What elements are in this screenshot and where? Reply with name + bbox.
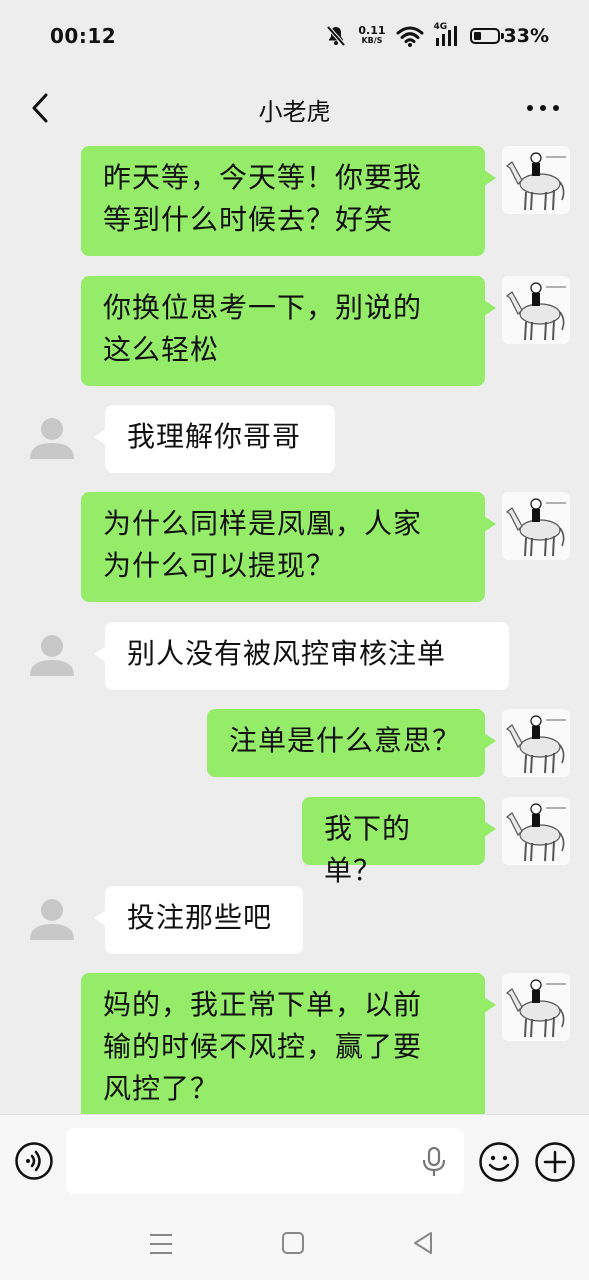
net-speed-value: 0.11 (358, 24, 386, 37)
horse-rider-avatar-icon (505, 715, 566, 774)
status-icons: 0.11 KB/S 4G 33% (324, 22, 549, 50)
horse-rider-avatar-icon (505, 152, 566, 211)
message-row: 投注那些吧 (0, 886, 589, 954)
status-bar: 00:12 0.11 KB/S 4G 33% (0, 0, 589, 76)
message-row: 妈的，我正常下单，以前 输的时候不风控，赢了要 风控了？ (0, 973, 589, 1114)
sent-message-bubble[interactable]: 你换位思考一下，别说的 这么轻松 (81, 276, 496, 386)
sent-message-bubble[interactable]: 昨天等，今天等！你要我 等到什么时候去？好笑 (81, 146, 496, 256)
contact-avatar[interactable] (28, 894, 76, 942)
battery-group: 33% (469, 25, 549, 47)
self-avatar[interactable] (502, 276, 570, 344)
message-list[interactable]: 昨天等，今天等！你要我 等到什么时候去？好笑 你换位思考一下，别说的 这么轻松 … (0, 146, 589, 1114)
sent-message-bubble[interactable]: 我下的单？ (302, 797, 496, 887)
horse-rider-avatar-icon (505, 498, 566, 557)
chat-title: 小老虎 (258, 98, 331, 126)
sent-message-bubble[interactable]: 注单是什么意思？ (207, 709, 496, 777)
horse-rider-avatar-icon (505, 803, 566, 862)
self-avatar[interactable] (502, 709, 570, 777)
self-avatar[interactable] (502, 973, 570, 1041)
message-row: 注单是什么意思？ (0, 709, 589, 777)
system-nav-bar (0, 1206, 589, 1280)
contact-avatar[interactable] (28, 413, 76, 461)
more-button[interactable] (523, 90, 563, 126)
person-placeholder-icon (30, 418, 74, 459)
self-avatar[interactable] (502, 492, 570, 560)
message-input[interactable] (66, 1128, 464, 1194)
battery-fill (473, 32, 481, 40)
sent-message-bubble[interactable]: 为什么同样是凤凰，人家 为什么可以提现？ (81, 492, 496, 602)
contact-avatar[interactable] (28, 630, 76, 678)
message-row: 为什么同样是凤凰，人家 为什么可以提现？ (0, 492, 589, 602)
received-message-bubble[interactable]: 投注那些吧 (94, 886, 303, 954)
person-placeholder-icon (30, 635, 74, 676)
horse-rider-avatar-icon (505, 282, 566, 341)
voice-icon[interactable] (14, 1141, 54, 1181)
horse-rider-avatar-icon (505, 979, 566, 1038)
plus-icon[interactable] (534, 1141, 576, 1183)
emoji-icon[interactable] (478, 1141, 520, 1183)
input-bar (0, 1114, 589, 1207)
wifi-icon (396, 26, 424, 47)
message-row: 我理解你哥哥 (0, 405, 589, 473)
back-triangle-icon[interactable] (410, 1230, 436, 1256)
battery-icon (469, 28, 504, 44)
message-row: 我下的单？ (0, 797, 589, 887)
battery-percent: 33% (503, 25, 549, 47)
message-row: 你换位思考一下，别说的 这么轻松 (0, 276, 589, 386)
received-message-bubble[interactable]: 别人没有被风控审核注单 (94, 622, 509, 690)
sent-message-bubble[interactable]: 妈的，我正常下单，以前 输的时候不风控，赢了要 风控了？ (81, 973, 496, 1114)
signal-group: 4G (434, 22, 460, 48)
received-message-bubble[interactable]: 我理解你哥哥 (94, 405, 335, 473)
message-row: 昨天等，今天等！你要我 等到什么时候去？好笑 (0, 146, 589, 256)
person-placeholder-icon (30, 899, 74, 940)
menu-icon[interactable] (146, 1232, 176, 1256)
mute-bell-icon (326, 25, 346, 47)
signal-icon (435, 26, 457, 46)
more-dots-icon (527, 105, 559, 111)
home-icon[interactable] (280, 1230, 306, 1256)
net-speed-unit: KB/S (361, 36, 383, 45)
status-time: 00:12 (50, 24, 117, 48)
chat-header: 小老虎 (0, 76, 589, 146)
self-avatar[interactable] (502, 797, 570, 865)
message-row: 别人没有被风控审核注单 (0, 622, 589, 690)
mic-icon[interactable] (420, 1147, 448, 1177)
net-speed: 0.11 KB/S (358, 24, 386, 46)
self-avatar[interactable] (502, 146, 570, 214)
